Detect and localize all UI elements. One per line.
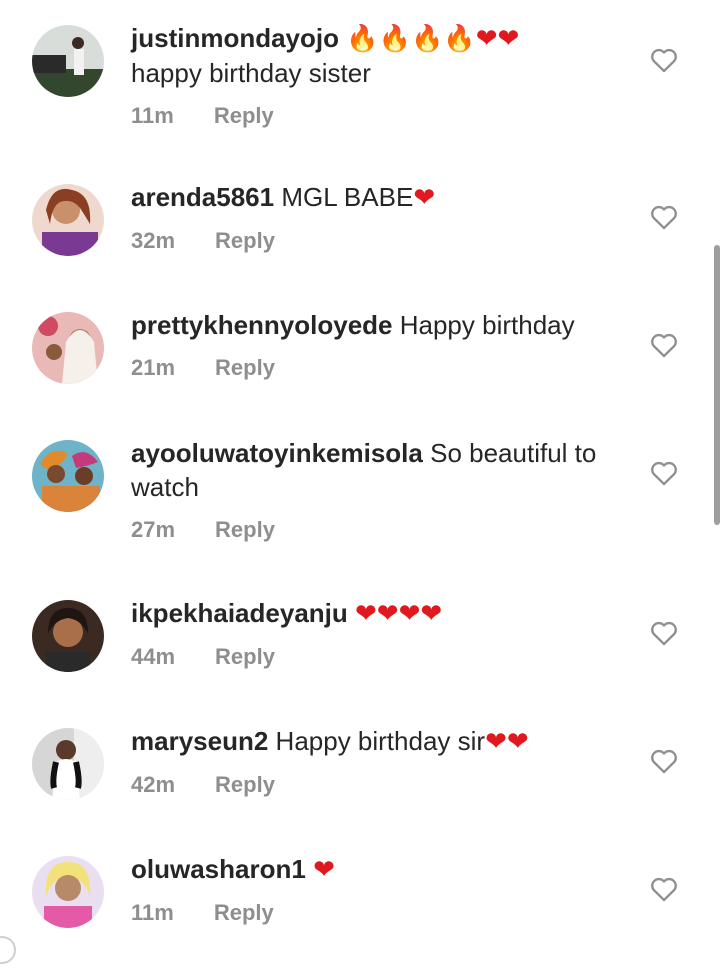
avatar[interactable]: [32, 600, 104, 672]
comment-message: Happy birthday sir: [268, 726, 486, 756]
comment-time: 11m: [131, 900, 174, 925]
comment-time: 42m: [131, 772, 176, 797]
emoji-reaction: ❤: [413, 183, 436, 213]
like-heart-icon[interactable]: [650, 620, 678, 646]
emoji-reaction: ❤❤❤❤: [355, 599, 443, 629]
comment-meta: 42m Reply: [131, 771, 631, 799]
comment-meta: 11m Reply: [131, 899, 631, 927]
like-heart-icon[interactable]: [650, 460, 678, 486]
comment-text: prettykhennyoloyede Happy birthday: [131, 308, 631, 342]
comment-username[interactable]: arenda5861: [131, 182, 274, 212]
comment-time: 21m: [131, 355, 176, 380]
like-heart-icon[interactable]: [650, 748, 678, 774]
comment-message: [348, 598, 355, 628]
reply-button[interactable]: Reply: [215, 227, 275, 255]
scrollbar[interactable]: [714, 245, 720, 525]
comment-meta: 11m Reply: [131, 102, 631, 130]
decorative-arc: [0, 936, 16, 964]
comment-text: oluwasharon1 ❤: [131, 852, 631, 887]
like-heart-icon[interactable]: [650, 204, 678, 230]
avatar[interactable]: [32, 440, 104, 512]
avatar[interactable]: [32, 856, 104, 928]
comment-username[interactable]: maryseun2: [131, 726, 268, 756]
comment-username[interactable]: ikpekhaiadeyanju: [131, 598, 348, 628]
reply-button[interactable]: Reply: [214, 102, 274, 130]
comment-meta: 44m Reply: [131, 643, 631, 671]
comment-text: maryseun2 Happy birthday sir❤❤: [131, 724, 631, 759]
like-heart-icon[interactable]: [650, 47, 678, 73]
reply-button[interactable]: Reply: [215, 354, 275, 382]
comment-username[interactable]: ayooluwatoyinkemisola: [131, 438, 423, 468]
comment-text: arenda5861 MGL BABE❤: [131, 180, 631, 215]
comment-meta: 32m Reply: [131, 227, 631, 255]
reply-button[interactable]: Reply: [215, 771, 275, 799]
like-heart-icon[interactable]: [650, 332, 678, 358]
comment-message: MGL BABE: [274, 182, 414, 212]
comment-username[interactable]: oluwasharon1: [131, 854, 306, 884]
emoji-reaction: ❤❤: [485, 727, 529, 757]
comment-meta: 21m Reply: [131, 354, 631, 382]
comment-meta: 27m Reply: [131, 516, 631, 544]
comment-message-line2: happy birthday sister: [131, 58, 371, 88]
comment-time: 32m: [131, 228, 176, 253]
comment-text: ayooluwatoyinkemisola So beautiful to wa…: [131, 436, 631, 504]
comment-time: 27m: [131, 517, 176, 542]
reply-button[interactable]: Reply: [215, 643, 275, 671]
reply-button[interactable]: Reply: [214, 899, 274, 927]
comment-time: 11m: [131, 103, 174, 128]
like-heart-icon[interactable]: [650, 876, 678, 902]
comment-message: [306, 854, 313, 884]
avatar[interactable]: [32, 184, 104, 256]
avatar[interactable]: [32, 25, 104, 97]
comment-text: justinmondayojo 🔥🔥🔥🔥❤❤ happy birthday si…: [131, 21, 631, 90]
comment-time: 44m: [131, 644, 176, 669]
reply-button[interactable]: Reply: [215, 516, 275, 544]
emoji-reaction: ❤: [313, 855, 335, 885]
comment-text: ikpekhaiadeyanju ❤❤❤❤: [131, 596, 631, 631]
avatar[interactable]: [32, 728, 104, 800]
comment-username[interactable]: prettykhennyoloyede: [131, 310, 393, 340]
comment-username[interactable]: justinmondayojo: [131, 23, 339, 53]
avatar[interactable]: [32, 312, 104, 384]
emoji-reaction: 🔥🔥🔥🔥❤❤: [346, 24, 520, 54]
comment-message: Happy birthday: [392, 310, 575, 340]
